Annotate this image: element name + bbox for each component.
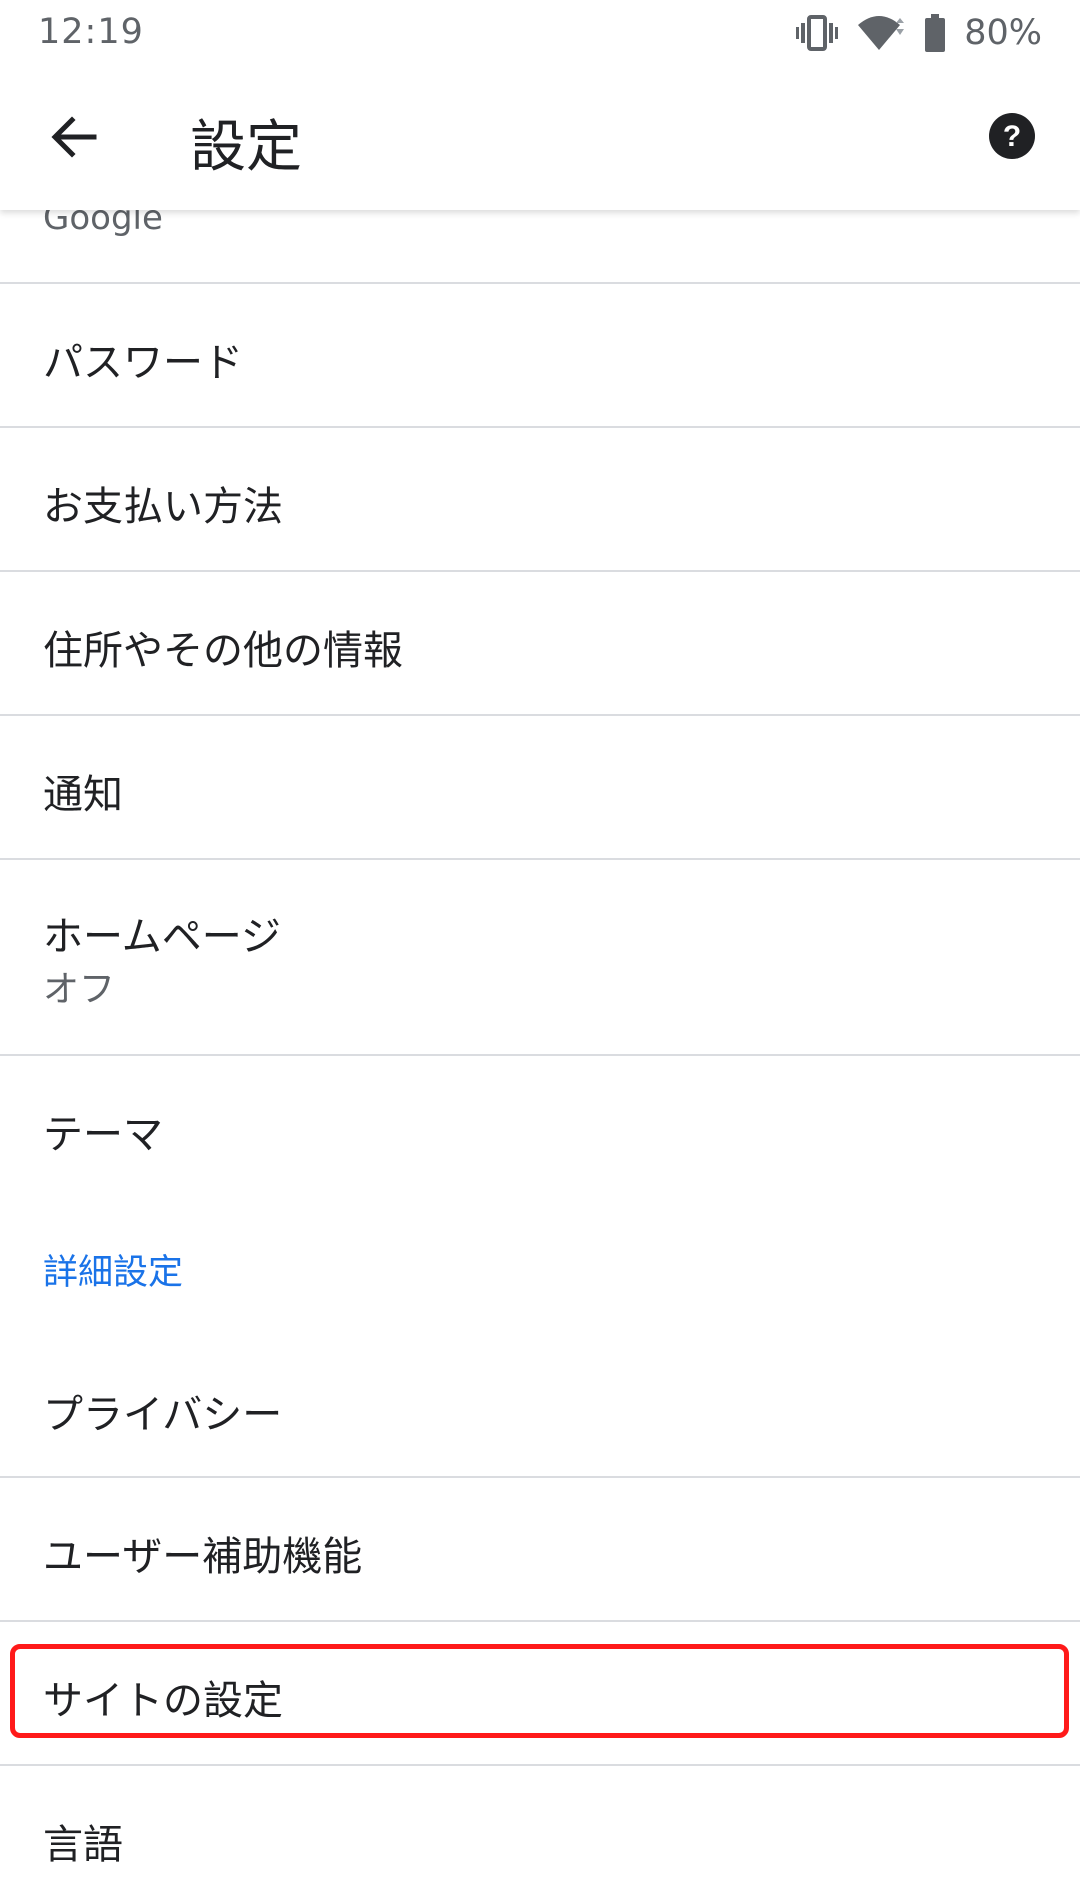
back-button[interactable] (38, 104, 108, 174)
list-item-label: ホームページ (43, 914, 281, 960)
list-item-account[interactable]: Google (0, 210, 1080, 284)
list-item-passwords[interactable]: パスワード (0, 284, 1080, 426)
help-button[interactable]: ? (982, 108, 1042, 168)
list-item-label: 住所やその他の情報 (43, 628, 403, 674)
vibrate-icon (796, 15, 839, 51)
arrow-back-icon (48, 112, 98, 166)
list-item-label: パスワード (43, 340, 243, 386)
list-item-accessibility[interactable]: ユーザー補助機能 (0, 1478, 1080, 1620)
list-item-notifications[interactable]: 通知 (0, 716, 1080, 858)
app-bar: 設定 ? (0, 66, 1080, 210)
list-item-label: プライバシー (43, 1392, 283, 1438)
list-item-label: テーマ (43, 1112, 163, 1158)
status-bar: 12:19 80% (0, 0, 1080, 66)
highlight-box (10, 1644, 1069, 1738)
help-icon: ? (988, 112, 1036, 164)
list-item-payment-methods[interactable]: お支払い方法 (0, 428, 1080, 570)
wifi-icon (856, 15, 906, 51)
list-item-label: 通知 (43, 772, 123, 818)
status-icons: 80% (796, 12, 1042, 54)
list-item-sub: Google (43, 210, 163, 238)
list-item-label: 言語 (43, 1822, 123, 1868)
list-item-sub: オフ (43, 969, 116, 1010)
status-time: 12:19 (38, 12, 144, 52)
section-header-advanced: 詳細設定 (43, 1253, 184, 1293)
list-item-theme[interactable]: テーマ (0, 1056, 1080, 1198)
page-title: 設定 (190, 115, 302, 180)
svg-text:?: ? (1003, 120, 1021, 153)
list-item-privacy[interactable]: プライバシー (0, 1334, 1080, 1476)
list-item-label: お支払い方法 (43, 484, 283, 530)
battery-percent: 80% (964, 13, 1042, 53)
list-item-languages[interactable]: 言語 (0, 1766, 1080, 1900)
battery-icon (924, 14, 946, 52)
list-item-label: ユーザー補助機能 (43, 1534, 363, 1580)
list-item-addresses[interactable]: 住所やその他の情報 (0, 572, 1080, 714)
list-item-homepage[interactable]: ホームページ オフ (0, 860, 1080, 1054)
settings-screen: 12:19 80% 設定 ? Google パスワード お支払い方法 住所やその… (0, 0, 1080, 1900)
